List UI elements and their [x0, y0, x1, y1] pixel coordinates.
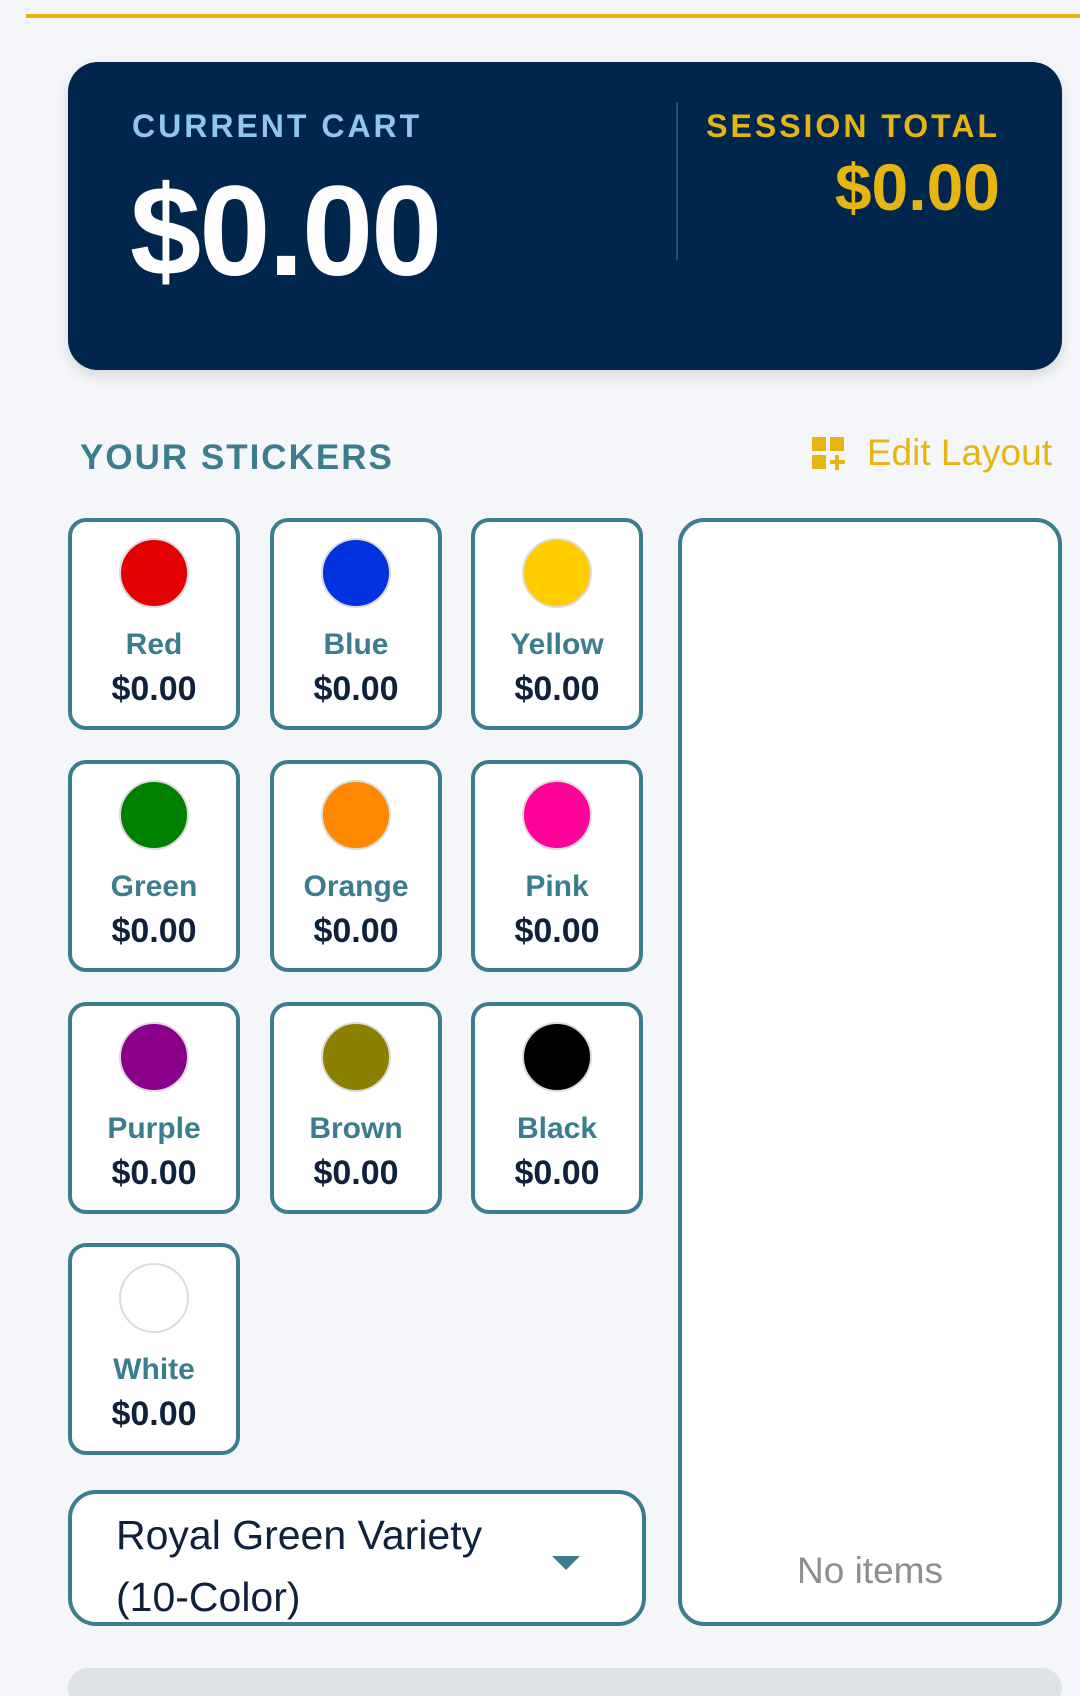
sticker-tile-green[interactable]: Green $0.00 [68, 760, 240, 972]
session-total-label: SESSION TOTAL [706, 108, 1000, 144]
sticker-name: Green [110, 870, 198, 903]
current-cart-amount: $0.00 [130, 160, 442, 303]
edit-layout-button[interactable]: Edit Layout [811, 432, 1052, 474]
sticker-price: $0.00 [514, 1154, 600, 1192]
color-swatch-icon [119, 1022, 189, 1092]
color-swatch-icon [522, 780, 592, 850]
cart-summary-card: CURRENT CART $0.00 SESSION TOTAL $0.00 [68, 62, 1062, 370]
sticker-name: Purple [107, 1112, 201, 1145]
sticker-price: $0.00 [111, 912, 197, 950]
cart-items-panel: No items [678, 518, 1062, 1626]
sticker-price: $0.00 [313, 912, 399, 950]
stickers-section-title: YOUR STICKERS [80, 438, 394, 477]
sticker-name: Red [125, 628, 183, 661]
sticker-tile-yellow[interactable]: Yellow $0.00 [471, 518, 643, 730]
sticker-price: $0.00 [313, 670, 399, 708]
sticker-tile-blue[interactable]: Blue $0.00 [270, 518, 442, 730]
sticker-name: Black [516, 1112, 598, 1145]
sticker-tile-red[interactable]: Red $0.00 [68, 518, 240, 730]
current-cart-label: CURRENT CART [132, 108, 423, 144]
sticker-tile-brown[interactable]: Brown $0.00 [270, 1002, 442, 1214]
edit-layout-label: Edit Layout [866, 432, 1052, 473]
dashboard-add-icon [811, 436, 845, 470]
color-swatch-icon [321, 538, 391, 608]
top-accent-rule [26, 14, 1080, 18]
color-swatch-icon [522, 1022, 592, 1092]
sticker-tile-orange[interactable]: Orange $0.00 [270, 760, 442, 972]
sticker-name: Yellow [510, 628, 604, 661]
page: CURRENT CART $0.00 SESSION TOTAL $0.00 Y… [0, 0, 1080, 1696]
sticker-name: Brown [309, 1112, 403, 1145]
color-swatch-icon [321, 780, 391, 850]
sticker-name: Orange [303, 870, 409, 903]
sticker-price: $0.00 [111, 670, 197, 708]
caret-down-icon [552, 1556, 580, 1570]
sticker-tile-pink[interactable]: Pink $0.00 [471, 760, 643, 972]
color-swatch-icon [321, 1022, 391, 1092]
sticker-tile-black[interactable]: Black $0.00 [471, 1002, 643, 1214]
bottom-bar [68, 1668, 1062, 1696]
sticker-price: $0.00 [313, 1154, 399, 1192]
sticker-tile-purple[interactable]: Purple $0.00 [68, 1002, 240, 1214]
color-swatch-icon [522, 538, 592, 608]
no-items-text: No items [797, 1550, 943, 1591]
variety-select-value: Royal Green Variety (10-Color) [116, 1512, 483, 1620]
session-total-amount: $0.00 [834, 150, 1000, 224]
variety-select[interactable]: Royal Green Variety (10-Color) [68, 1490, 646, 1626]
sticker-name: Blue [323, 628, 389, 661]
color-swatch-icon [119, 538, 189, 608]
sticker-name: Pink [525, 870, 589, 903]
sticker-price: $0.00 [111, 1395, 197, 1433]
sticker-price: $0.00 [111, 1154, 197, 1192]
color-swatch-icon [119, 780, 189, 850]
sticker-name: White [113, 1353, 195, 1386]
sticker-price: $0.00 [514, 670, 600, 708]
sticker-tile-white[interactable]: White $0.00 [68, 1243, 240, 1455]
color-swatch-icon [119, 1263, 189, 1333]
sticker-price: $0.00 [514, 912, 600, 950]
summary-divider [676, 102, 678, 260]
